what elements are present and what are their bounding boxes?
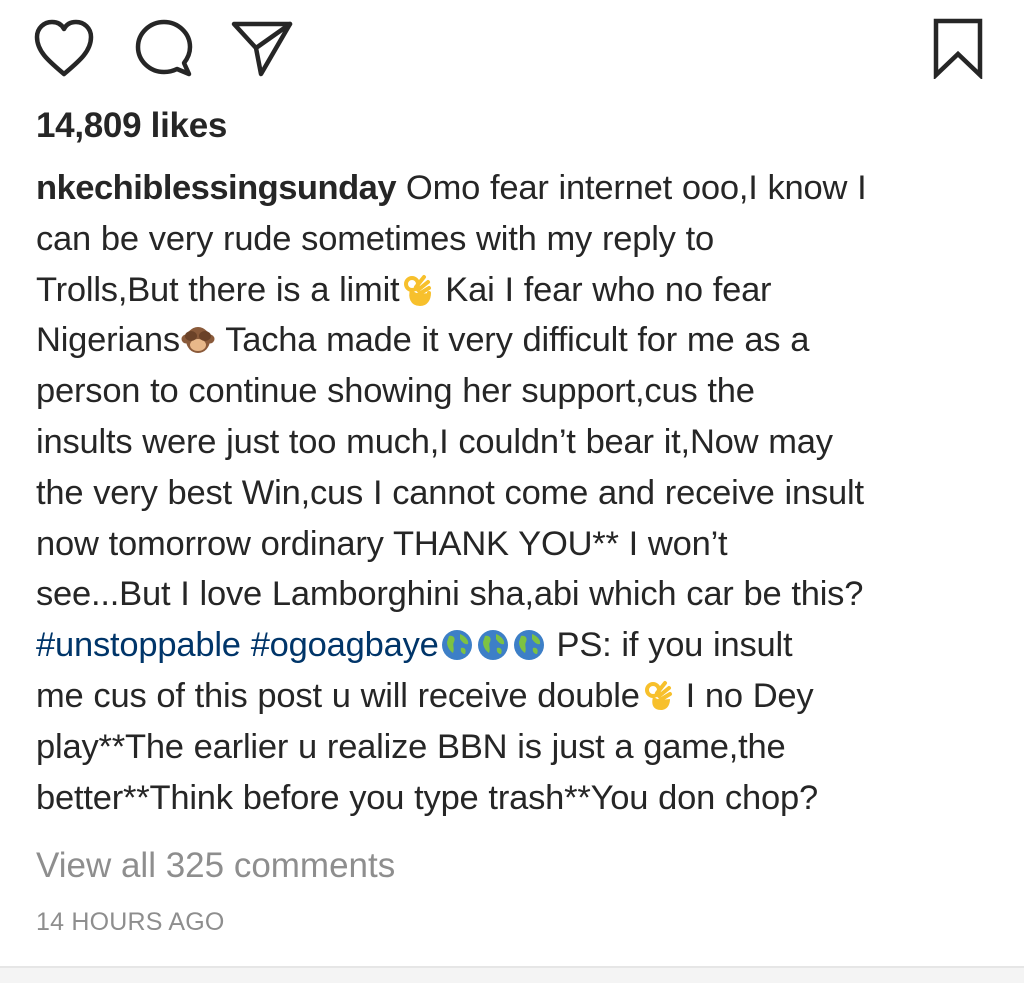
caption-line: me cus of this post u will receive doubl… [36,671,996,722]
caption-text: PS: if you insult [546,626,793,665]
comment-button[interactable] [130,14,198,82]
likes-count[interactable]: 14,809 likes [36,106,227,146]
caption-text: Omo fear internet ooo,I know I [396,169,867,207]
save-button[interactable] [924,14,992,82]
hashtag-link[interactable]: #unstoppable [36,626,241,664]
post-timestamp: 14 HOURS AGO [36,908,225,936]
caption-text: Kai I fear who no fear [435,270,772,309]
globe-icon [477,630,508,661]
post-action-bar [0,0,1024,100]
caption-line: nkechiblessingsunday Omo fear internet o… [36,163,996,214]
heart-icon [34,19,94,77]
caption-line: now tomorrow ordinary THANK YOU** I won’… [36,524,728,563]
caption-text: Nigerians [36,321,180,360]
caption-line: Nigerians Tacha made it very difficult f… [36,315,996,366]
caption-line: see...But I love Lamborghini sha,abi whi… [36,575,864,614]
next-post-strip [0,968,1024,983]
caption-line: insults were just too much,I couldn’t be… [36,422,833,461]
paper-plane-icon [231,21,293,77]
caption-line: can be very rude sometimes with my reply… [36,219,714,258]
username-link[interactable]: nkechiblessingsunday [36,169,397,207]
globe-icon [513,630,544,661]
ok-hand-icon [644,680,672,710]
caption-line: Trolls,But there is a limit Kai I fear w… [36,265,996,316]
caption-line: better**Think before you type trash**You… [36,778,818,817]
caption-line: the very best Win,cus I cannot come and … [36,473,864,512]
see-no-evil-monkey-icon [181,327,215,354]
view-all-comments-link[interactable]: View all 325 comments [36,846,395,886]
bookmark-icon [933,18,983,79]
post-caption: nkechiblessingsunday Omo fear internet o… [36,163,996,823]
caption-text: me cus of this post u will receive doubl… [36,676,640,715]
share-button[interactable] [228,14,296,82]
caption-line: person to continue showing her support,c… [36,372,755,411]
ok-hand-icon [404,274,432,306]
globe-icon [441,630,472,661]
caption-line: #unstoppable #ogoagbaye PS: if you insul… [36,620,996,671]
caption-text: Tacha made it very difficult for me as a [215,321,810,360]
comment-icon [135,19,193,77]
caption-line: play**The earlier u realize BBN is just … [36,727,786,766]
caption-text: I no Dey [675,676,814,715]
like-button[interactable] [30,14,98,82]
hashtag-link[interactable]: #ogoagbaye [251,626,439,664]
caption-text: Trolls,But there is a limit [36,270,400,309]
